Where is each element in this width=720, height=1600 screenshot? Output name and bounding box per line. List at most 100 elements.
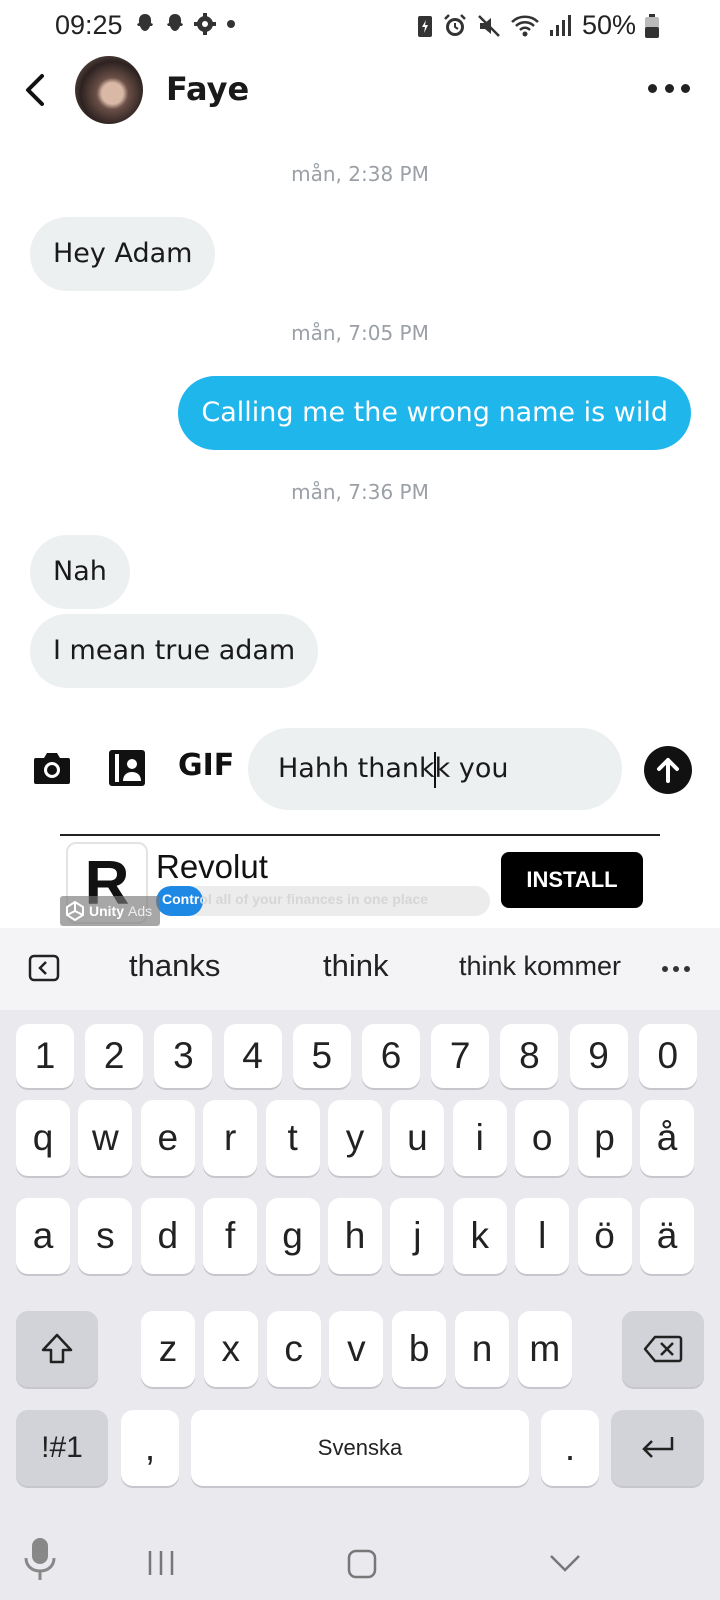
key-q[interactable]: q <box>16 1100 70 1176</box>
key-ö[interactable]: ö <box>577 1198 632 1274</box>
key-b[interactable]: b <box>392 1311 447 1387</box>
key-7[interactable]: 7 <box>431 1024 490 1088</box>
key-c[interactable]: c <box>266 1311 321 1387</box>
key-k[interactable]: k <box>452 1198 507 1274</box>
unity-brand: Unity <box>89 903 124 919</box>
suggestion-bar: thanks think think kommer <box>0 928 720 1010</box>
key-h[interactable]: h <box>328 1198 382 1274</box>
keyboard-collapse-button[interactable] <box>28 954 60 987</box>
snapchat-icon <box>167 14 183 31</box>
shift-icon <box>41 1333 73 1364</box>
message-input-text: Hahh thankk you <box>278 753 509 784</box>
arrow-up-icon <box>657 758 679 783</box>
key-8[interactable]: 8 <box>500 1024 559 1088</box>
key-o[interactable]: o <box>515 1100 570 1176</box>
keyboard-back-icon <box>28 954 60 982</box>
hide-keyboard-button[interactable] <box>548 1552 582 1579</box>
avatar[interactable] <box>75 56 143 124</box>
key-l[interactable]: l <box>515 1198 570 1274</box>
message-input[interactable]: Hahh thankk you <box>248 728 622 810</box>
ad-title[interactable]: Revolut <box>156 848 268 886</box>
chevron-down-icon <box>550 1555 580 1572</box>
key-p[interactable]: p <box>577 1100 632 1176</box>
key-u[interactable]: u <box>390 1100 445 1176</box>
ad-banner[interactable]: R Revolut Control all of your finances i… <box>0 836 720 928</box>
ads-label: Ads <box>128 903 153 919</box>
mute-icon <box>478 14 500 37</box>
key-9[interactable]: 9 <box>569 1024 628 1088</box>
keyboard: thanks think think kommer 1234567890qwer… <box>0 928 720 1528</box>
gif-button[interactable]: GIF <box>178 748 234 783</box>
key-3[interactable]: 3 <box>154 1024 213 1088</box>
comma-key[interactable]: , <box>121 1410 179 1486</box>
key-ä[interactable]: ä <box>640 1198 694 1274</box>
voice-input-button[interactable] <box>22 1536 58 1587</box>
key-2[interactable]: 2 <box>85 1024 144 1088</box>
symbols-key[interactable]: !#1 <box>16 1410 108 1486</box>
dot-icon <box>664 83 674 93</box>
key-z[interactable]: z <box>141 1311 195 1387</box>
recent-apps-button[interactable] <box>146 1548 176 1583</box>
key-e[interactable]: e <box>140 1100 195 1176</box>
backspace-icon <box>643 1335 683 1363</box>
send-button[interactable] <box>644 746 692 794</box>
suggestion-word[interactable]: think <box>323 948 388 984</box>
space-key[interactable]: Svenska <box>191 1410 529 1486</box>
key-f[interactable]: f <box>203 1198 258 1274</box>
install-button[interactable]: INSTALL <box>501 852 643 908</box>
incoming-message[interactable]: I mean true adam <box>30 614 319 688</box>
text-caret <box>434 751 437 788</box>
key-d[interactable]: d <box>140 1198 195 1274</box>
suggestion-word[interactable]: think kommer <box>459 951 621 982</box>
key-i[interactable]: i <box>452 1100 507 1176</box>
wifi-icon <box>511 15 539 36</box>
key-j[interactable]: j <box>390 1198 445 1274</box>
key-w[interactable]: w <box>78 1100 133 1176</box>
key-r[interactable]: r <box>203 1100 258 1176</box>
shift-key[interactable] <box>16 1311 98 1387</box>
key-a[interactable]: a <box>16 1198 70 1274</box>
status-time: 09:25 <box>55 10 123 40</box>
key-t[interactable]: t <box>265 1100 320 1176</box>
key-m[interactable]: m <box>517 1311 572 1387</box>
incoming-message[interactable]: Hey Adam <box>30 217 216 291</box>
key-s[interactable]: s <box>78 1198 133 1274</box>
suggestion-word[interactable]: thanks <box>129 948 220 984</box>
key-x[interactable]: x <box>203 1311 258 1387</box>
key-v[interactable]: v <box>329 1311 384 1387</box>
backspace-key[interactable] <box>622 1311 704 1387</box>
key-n[interactable]: n <box>455 1311 509 1387</box>
home-button[interactable] <box>346 1548 378 1585</box>
dot-icon <box>684 966 690 972</box>
battery-saver-icon <box>417 15 432 37</box>
key-g[interactable]: g <box>265 1198 320 1274</box>
battery-percentage: 50% <box>581 10 636 40</box>
message-composer: GIF Hahh thankk you <box>0 722 720 814</box>
suggestion-more-button[interactable] <box>662 966 690 972</box>
ad-progress-bar: Control all of your finances in one plac… <box>156 886 490 916</box>
enter-key[interactable] <box>611 1410 704 1486</box>
key-1[interactable]: 1 <box>16 1024 74 1088</box>
dot-icon <box>681 83 690 93</box>
contact-name[interactable]: Faye <box>166 70 249 108</box>
key-6[interactable]: 6 <box>362 1024 420 1088</box>
alarm-icon <box>444 13 466 36</box>
period-key[interactable]: . <box>541 1410 599 1486</box>
key-5[interactable]: 5 <box>292 1024 351 1088</box>
message-timestamp: mån, 2:38 PM <box>291 162 429 186</box>
recent-apps-icon <box>148 1551 174 1575</box>
dot-icon <box>227 20 235 28</box>
dot-icon <box>648 83 657 93</box>
back-button[interactable] <box>20 68 52 112</box>
more-options-button[interactable] <box>648 78 690 98</box>
incoming-message[interactable]: Nah <box>30 535 130 609</box>
camera-button[interactable] <box>32 750 72 791</box>
camera-icon <box>34 753 70 784</box>
key-å[interactable]: å <box>640 1100 694 1176</box>
key-4[interactable]: 4 <box>223 1024 282 1088</box>
key-y[interactable]: y <box>328 1100 382 1176</box>
outgoing-message[interactable]: Calling me the wrong name is wild <box>178 376 691 450</box>
battery-icon <box>645 13 659 38</box>
key-0[interactable]: 0 <box>638 1024 697 1088</box>
contact-card-button[interactable] <box>107 748 147 793</box>
